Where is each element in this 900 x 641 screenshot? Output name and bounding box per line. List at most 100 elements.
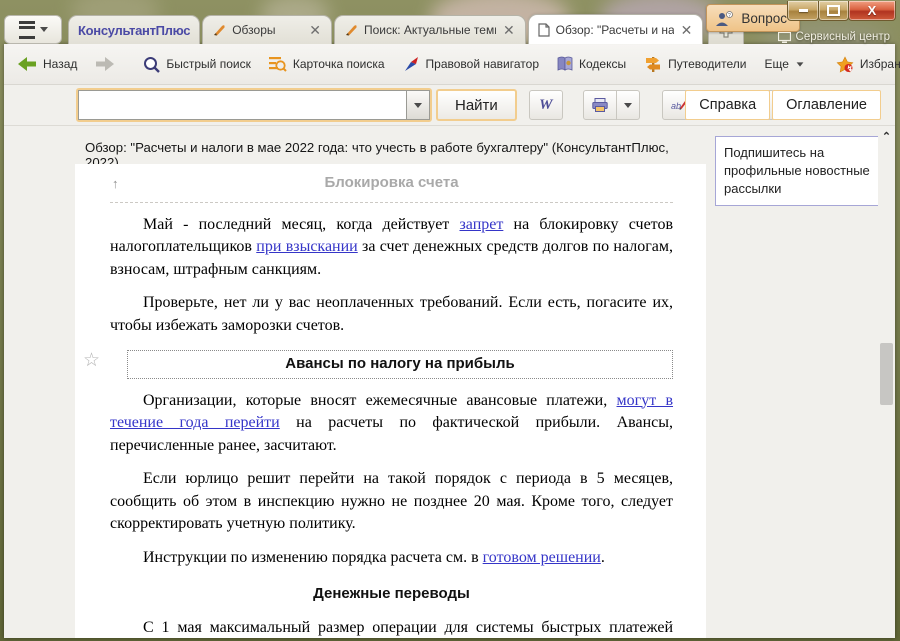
paragraph: С 1 мая максимальный размер операции для… (110, 617, 673, 639)
window-controls: X (788, 1, 896, 21)
favorites-button[interactable]: ↯ Избранное (827, 44, 900, 84)
search-card-label: Карточка поиска (293, 57, 385, 71)
tab-search-topics[interactable]: Поиск: Актуальные темы ✕ (334, 15, 526, 44)
export-word-button[interactable]: W (529, 90, 563, 120)
forward-arrow-icon (95, 56, 115, 72)
chevron-down-icon (796, 62, 803, 66)
find-button[interactable]: Найти (436, 89, 517, 121)
svg-text:ab: ab (671, 101, 681, 111)
section-heading-wrap: ☆Авансы по налогу на прибыль (110, 350, 673, 379)
print-dropdown-button[interactable] (616, 90, 640, 120)
signpost-icon (644, 56, 662, 72)
search-dropdown-button[interactable] (406, 90, 430, 120)
favorites-label: Избранное (860, 57, 900, 71)
tab-review-document[interactable]: Обзор: "Расчеты и налоги в ✕ (528, 14, 704, 44)
document-icon (538, 23, 550, 37)
legal-navigator-button[interactable]: Правовой навигатор (394, 44, 548, 84)
back-arrow-icon (17, 56, 37, 72)
paragraph: Если юрлицо решит перейти на такой поряд… (110, 468, 673, 536)
guides-label: Путеводители (668, 57, 746, 71)
chevron-down-icon (40, 27, 48, 32)
tab-label: Поиск: Актуальные темы (364, 23, 496, 37)
person-question-icon: ? (715, 11, 735, 26)
close-icon[interactable]: ✕ (308, 23, 322, 37)
minimize-icon (799, 9, 808, 12)
search-card-icon (269, 56, 287, 72)
service-center-link[interactable]: Сервисный центр (778, 31, 890, 43)
more-label: Еще (764, 57, 788, 71)
paragraph: Проверьте, нет ли у вас неоплаченных тре… (110, 292, 673, 337)
tab-label: Обзор: "Расчеты и налоги в (556, 23, 674, 37)
back-label: Назад (43, 57, 77, 71)
close-button[interactable]: X (848, 1, 896, 21)
search-icon (143, 56, 160, 73)
export-word-group: W (529, 90, 563, 120)
up-arrow-icon[interactable]: ↑ (112, 173, 119, 196)
book-icon (557, 56, 573, 72)
search-card-button[interactable]: Карточка поиска (260, 44, 394, 84)
section-heading-selected[interactable]: Авансы по налогу на прибыль (127, 350, 673, 379)
content-area: Обзор: "Расчеты и налоги в мае 2022 года… (4, 126, 895, 638)
hamburger-icon (19, 21, 35, 39)
guides-button[interactable]: Путеводители (635, 44, 755, 84)
section-heading-inactive: ↑Блокировка счета (110, 172, 673, 203)
word-icon: W (539, 97, 552, 114)
subscribe-banner[interactable]: Подпишитесь на профильные новостные расс… (715, 136, 881, 206)
search-row: Найти W ab (4, 85, 895, 126)
close-icon[interactable]: ✕ (502, 23, 516, 37)
scroll-up-icon[interactable]: ⌃ (880, 130, 893, 143)
quick-search-button[interactable]: Быстрый поиск (134, 44, 259, 84)
svg-text:↯: ↯ (847, 63, 853, 72)
close-icon[interactable]: ✕ (680, 23, 694, 37)
question-button[interactable]: ? Вопрос (706, 4, 800, 32)
quill-icon (212, 24, 226, 37)
paragraph: Май - последний месяц, когда действует з… (110, 214, 673, 282)
main-toolbar: Назад Быстрый поиск Карточка поиска (4, 44, 895, 85)
legal-navigator-label: Правовой навигатор (426, 57, 539, 71)
svg-text:?: ? (728, 13, 731, 19)
main-menu-button[interactable] (4, 15, 62, 44)
app-window: Назад Быстрый поиск Карточка поиска (4, 44, 895, 638)
vertical-scrollbar[interactable]: ⌃ (878, 126, 895, 638)
doc-header-buttons: Справка Оглавление (685, 90, 881, 120)
close-icon: X (868, 3, 877, 18)
scrollbar-thumb[interactable] (880, 343, 893, 405)
question-label: Вопрос (741, 11, 787, 26)
chevron-down-icon (624, 103, 632, 108)
quick-search-label: Быстрый поиск (166, 57, 250, 71)
paragraph: Инструкции по изменению порядка расчета … (110, 547, 673, 570)
more-button[interactable]: Еще (755, 44, 812, 84)
print-button[interactable] (583, 90, 617, 120)
document-link[interactable]: запрет (459, 216, 503, 233)
maximize-button[interactable] (818, 1, 849, 21)
document-body: ↑Блокировка счета Май - последний месяц, … (75, 164, 706, 638)
minimize-button[interactable] (787, 1, 819, 21)
codes-label: Кодексы (579, 57, 626, 71)
tab-reviews[interactable]: Обзоры ✕ (202, 15, 332, 44)
favorites-star-icon: ↯ (836, 56, 854, 73)
service-center-label: Сервисный центр (796, 31, 890, 43)
paragraph: Организации, которые вносят ежемесячные … (110, 390, 673, 458)
maximize-icon (827, 5, 840, 16)
document-page: ↑Блокировка счета Май - последний месяц, … (75, 164, 706, 638)
chevron-down-icon (414, 103, 422, 108)
search-combo (76, 88, 432, 122)
tab-bar: КонсультантПлюс Обзоры ✕ Поиск: Актуальн… (4, 14, 744, 44)
document-link[interactable]: при взыскании (256, 238, 357, 255)
document-link[interactable]: могут в течение года перейти (110, 392, 673, 432)
forward-button[interactable] (86, 44, 124, 84)
toc-button[interactable]: Оглавление (772, 90, 881, 120)
print-group (583, 90, 640, 120)
back-button[interactable]: Назад (8, 44, 86, 84)
tab-home[interactable]: КонсультантПлюс (68, 15, 200, 44)
search-input[interactable] (78, 90, 406, 120)
help-button[interactable]: Справка (685, 90, 770, 120)
bookmark-star-icon[interactable]: ☆ (83, 349, 100, 372)
codes-button[interactable]: Кодексы (548, 44, 635, 84)
tab-label: КонсультантПлюс (78, 23, 190, 38)
navigator-icon (403, 56, 420, 73)
section-heading: Денежные переводы (110, 583, 673, 606)
document-link[interactable]: готовом решении (483, 549, 601, 566)
printer-icon (592, 98, 608, 112)
quill-icon (344, 24, 358, 37)
